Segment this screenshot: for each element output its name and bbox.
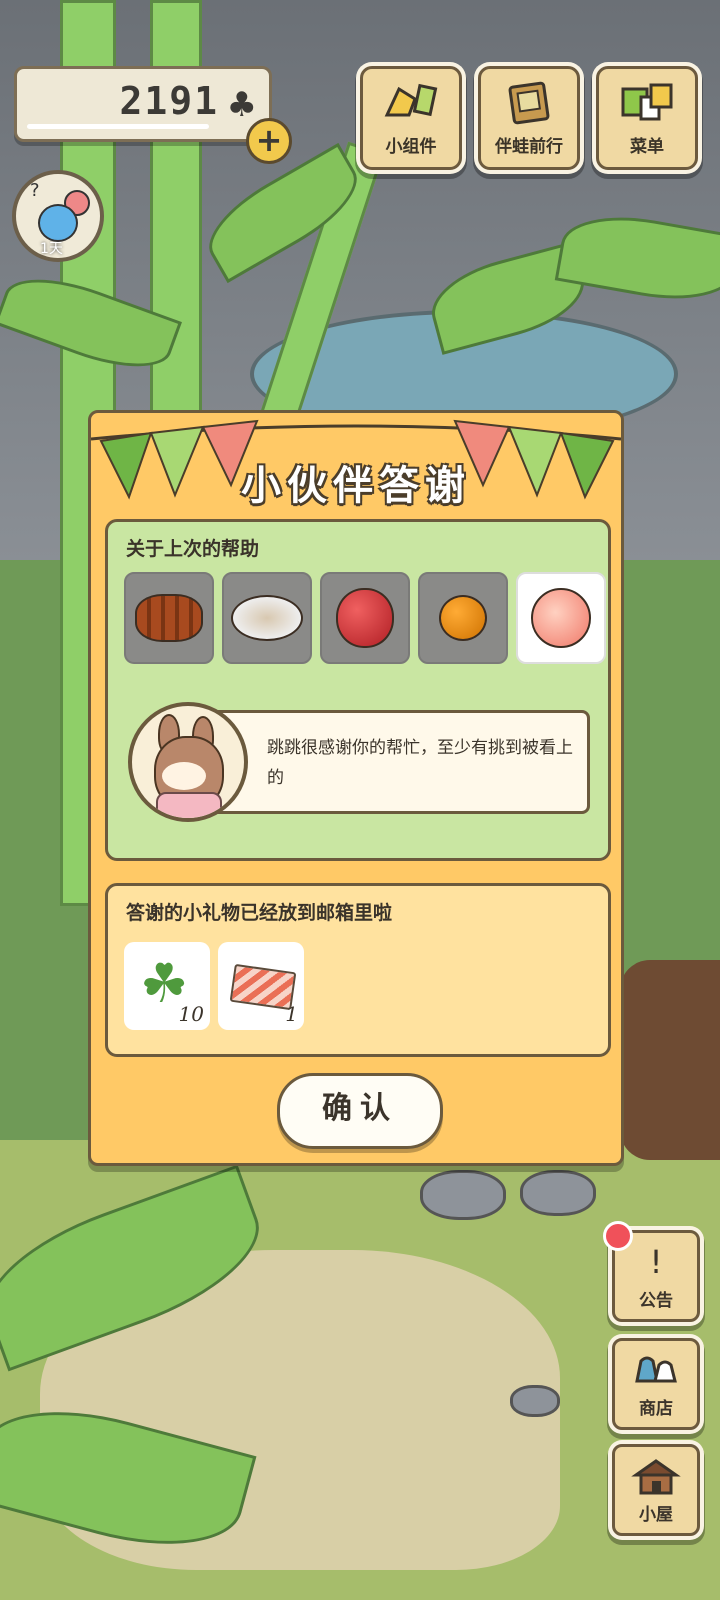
frog-journey-button[interactable]: 伴蛙前行 <box>478 66 580 170</box>
house-icon <box>615 1457 697 1503</box>
peach-icon <box>531 588 591 648</box>
apple-icon <box>336 588 394 648</box>
rock <box>420 1170 506 1220</box>
menu-icon <box>599 81 695 134</box>
widget-icon <box>363 81 459 130</box>
notice-label: 公告 <box>639 1291 673 1311</box>
requested-items-row <box>124 572 606 664</box>
days-counter: 1天 <box>40 241 63 257</box>
salad-icon <box>231 595 303 641</box>
rock <box>510 1385 560 1417</box>
scarf-icon <box>156 792 222 818</box>
gift-slot-clover: ☘ 10 <box>124 942 210 1030</box>
shop-icon <box>615 1351 697 1395</box>
dialog-title: 小伙伴答谢 <box>241 463 471 509</box>
shop-button[interactable]: 商店 <box>612 1338 700 1430</box>
item-slot-peach <box>516 572 606 664</box>
speech-bubble: 跳跳很感谢你的帮忙，至少有挑到被看上的 <box>204 710 590 814</box>
add-clover-button[interactable]: + <box>246 118 292 164</box>
confirm-button[interactable]: 确认 <box>277 1073 443 1149</box>
rock <box>520 1170 596 1216</box>
widget-label: 小组件 <box>385 137 437 157</box>
gift-heading: 答谢的小礼物已经放到邮箱里啦 <box>126 902 393 924</box>
counter-underline <box>27 124 209 129</box>
question-mark-icon: ? <box>30 180 40 201</box>
gift-count: 1 <box>285 1002 298 1026</box>
orange-icon <box>439 595 487 641</box>
menu-button[interactable]: 菜单 <box>596 66 698 170</box>
gift-count: 10 <box>178 1002 204 1026</box>
item-slot-orange <box>418 572 508 664</box>
squirrel-portrait <box>128 702 248 822</box>
frog-journey-icon <box>481 81 577 134</box>
help-heading: 关于上次的帮助 <box>126 538 260 560</box>
help-panel: 关于上次的帮助 跳跳很感谢你的帮忙，至少有挑到被看上的 <box>105 519 611 861</box>
clover-counter: 2191 ♣ <box>14 66 272 142</box>
shop-label: 商店 <box>639 1399 673 1419</box>
clover-count: 2191 <box>119 79 219 123</box>
clover-icon: ♣ <box>226 85 257 125</box>
companion-thanks-dialog: 小伙伴答谢 关于上次的帮助 跳跳很感谢你的帮忙，至少有挑到被看上的 答谢的小礼物… <box>88 410 624 1166</box>
frog-journey-label: 伴蛙前行 <box>495 137 563 157</box>
widget-button[interactable]: 小组件 <box>360 66 462 170</box>
thanks-message: 跳跳很感谢你的帮忙，至少有挑到被看上的 <box>267 738 573 788</box>
bird-icon <box>38 204 78 242</box>
gift-panel: 答谢的小礼物已经放到邮箱里啦 ☘ 10 1 <box>105 883 611 1057</box>
skewers-icon <box>135 594 203 642</box>
house-button[interactable]: 小屋 <box>612 1444 700 1536</box>
gift-slot-ticket: 1 <box>218 942 304 1030</box>
squirrel-face <box>162 762 206 790</box>
item-slot-apple <box>320 572 410 664</box>
notice-button[interactable]: ! 公告 <box>603 1221 700 1322</box>
item-slot-salad <box>222 572 312 664</box>
gift-items-row: ☘ 10 1 <box>124 942 304 1030</box>
house-label: 小屋 <box>639 1505 673 1525</box>
item-slot-skewers <box>124 572 214 664</box>
notice-icon: ! <box>649 1243 663 1281</box>
dirt-patch <box>620 960 720 1160</box>
menu-label: 菜单 <box>630 137 664 157</box>
